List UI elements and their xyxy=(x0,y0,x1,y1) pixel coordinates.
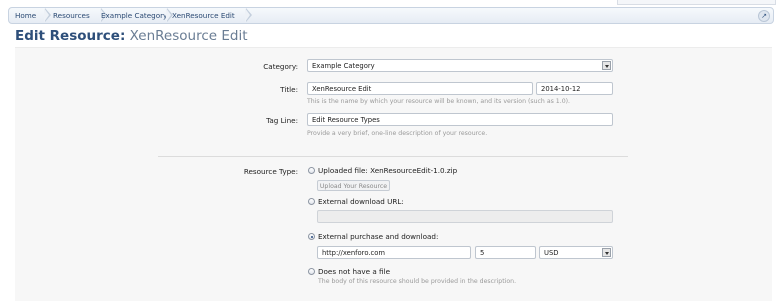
breadcrumb-label: Home xyxy=(15,11,37,20)
breadcrumb-separator xyxy=(245,8,252,22)
page-title: Edit Resource: XenResource Edit xyxy=(15,28,248,44)
radio-uploaded-file[interactable] xyxy=(308,167,315,174)
arrow-up-right-icon[interactable]: ↗ xyxy=(758,10,770,22)
breadcrumb-label: XenResource Edit xyxy=(172,11,235,20)
page-title-name: XenResource Edit xyxy=(129,28,248,44)
category-label: Category: xyxy=(263,62,298,71)
category-value: Example Category xyxy=(312,62,375,70)
price-input[interactable]: 5 xyxy=(475,246,536,259)
currency-value: USD xyxy=(544,249,559,257)
external-purchase-label: External purchase and download: xyxy=(318,232,439,241)
radio-external-url[interactable] xyxy=(308,198,315,205)
uploaded-file-label: Uploaded file: XenResourceEdit-1.0.zip xyxy=(318,166,458,175)
title-input[interactable]: XenResource Edit xyxy=(307,82,533,95)
breadcrumb-label: Example Category xyxy=(101,11,168,20)
tagline-hint: Provide a very brief, one-line descripti… xyxy=(307,130,488,137)
external-url-label: External download URL: xyxy=(318,197,404,206)
purchase-url-input[interactable]: http://xenforo.com xyxy=(317,246,471,259)
version-input[interactable]: 2014-10-12 xyxy=(536,82,613,95)
no-file-label: Does not have a file xyxy=(318,267,390,276)
no-file-hint: The body of this resource should be prov… xyxy=(318,278,517,285)
breadcrumb-label: Resources xyxy=(53,11,90,20)
page-title-prefix: Edit Resource: xyxy=(15,28,126,44)
chevron-down-icon xyxy=(602,61,611,70)
radio-no-file[interactable] xyxy=(308,268,315,275)
category-select[interactable]: Example Category xyxy=(307,59,613,72)
external-url-input[interactable] xyxy=(317,210,613,223)
top-search-edge xyxy=(617,0,776,5)
currency-select[interactable]: USD xyxy=(539,246,613,259)
upload-resource-button[interactable]: Upload Your Resource xyxy=(317,180,390,191)
tagline-label: Tag Line: xyxy=(266,116,298,125)
top-strip xyxy=(0,0,781,6)
breadcrumb: Home Resources Example Category XenResou… xyxy=(8,7,774,24)
breadcrumb-home[interactable]: Home xyxy=(9,8,51,23)
section-divider xyxy=(158,156,628,157)
chevron-down-icon xyxy=(602,248,611,257)
breadcrumb-resources[interactable]: Resources xyxy=(47,8,107,23)
resource-type-label: Resource Type: xyxy=(243,167,298,176)
title-label: Title: xyxy=(280,85,298,94)
tagline-input[interactable]: Edit Resource Types xyxy=(307,113,613,126)
breadcrumb-current[interactable]: XenResource Edit xyxy=(166,8,252,23)
title-hint: This is the name by which your resource … xyxy=(307,98,571,105)
radio-external-purchase[interactable] xyxy=(308,233,315,240)
breadcrumb-category[interactable]: Example Category xyxy=(95,8,173,23)
